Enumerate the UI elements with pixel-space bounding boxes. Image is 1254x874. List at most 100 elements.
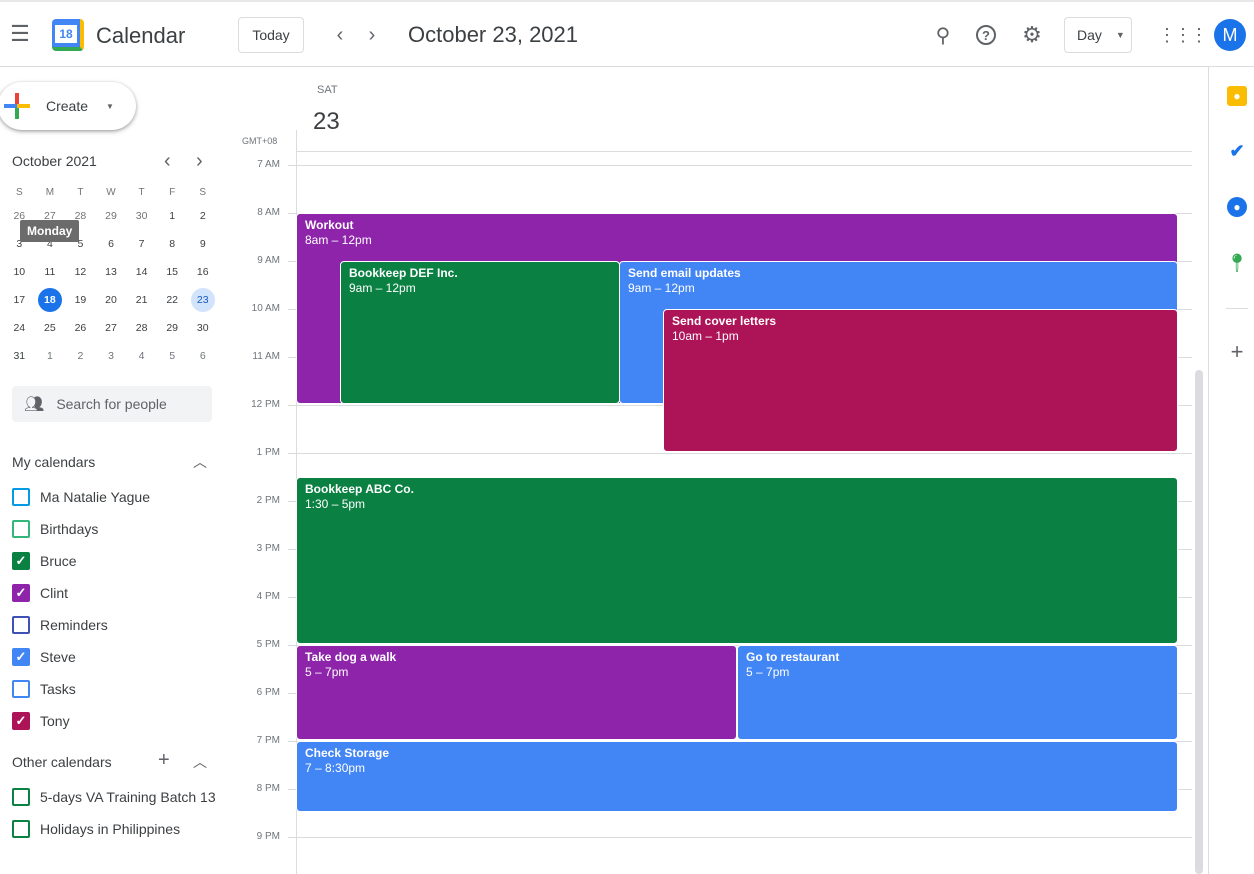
hour-label: 8 PM — [256, 783, 280, 794]
mini-day[interactable]: 30 — [126, 210, 157, 222]
calendar-event[interactable]: Go to restaurant 5 – 7pm — [737, 645, 1178, 740]
logo-day: 18 — [55, 25, 77, 43]
mini-day[interactable]: 29 — [96, 210, 127, 222]
mini-day[interactable]: 29 — [157, 322, 188, 334]
scrollbar[interactable] — [1195, 370, 1203, 874]
mini-day[interactable]: 5 — [157, 350, 188, 362]
mini-day[interactable]: 6 — [187, 350, 218, 362]
mini-day[interactable]: 7 — [126, 238, 157, 250]
mini-day[interactable]: 1 — [35, 350, 66, 362]
next-day-icon[interactable]: › — [354, 17, 390, 53]
calendar-event[interactable]: Check Storage 7 – 8:30pm — [296, 741, 1178, 812]
mini-day[interactable]: 15 — [157, 266, 188, 278]
calendar-item[interactable]: Holidays in Philippines — [12, 817, 180, 841]
checkbox-icon[interactable] — [12, 820, 30, 838]
checkbox-icon[interactable] — [12, 616, 30, 634]
tooltip: Monday — [20, 220, 80, 242]
contacts-icon[interactable]: ● — [1225, 195, 1249, 219]
mini-day[interactable]: 19 — [65, 294, 96, 306]
checkbox-checked-icon[interactable]: ✓ — [12, 552, 30, 570]
calendar-event[interactable]: Bookkeep ABC Co. 1:30 – 5pm — [296, 477, 1178, 644]
mini-day[interactable]: 17 — [4, 294, 35, 306]
mini-day[interactable]: 3 — [96, 350, 127, 362]
mini-day[interactable]: 6 — [96, 238, 127, 250]
mini-day[interactable]: 25 — [35, 322, 66, 334]
mini-next-month-icon[interactable]: › — [196, 150, 203, 173]
mini-day[interactable]: 10 — [4, 266, 35, 278]
calendar-item[interactable]: ✓ Tony — [12, 709, 70, 733]
calendar-item[interactable]: Tasks — [12, 677, 76, 701]
mini-day[interactable]: 8 — [157, 238, 188, 250]
mini-day[interactable]: 11 — [35, 266, 66, 278]
add-addon-icon[interactable]: + — [1225, 339, 1249, 364]
calendar-item[interactable]: ✓ Steve — [12, 645, 76, 669]
calendar-label: Birthdays — [40, 521, 99, 537]
collapse-chevron-icon[interactable]: ︿ — [193, 452, 207, 472]
mini-day[interactable]: 1 — [157, 210, 188, 222]
mini-day[interactable]: 13 — [96, 266, 127, 278]
create-button[interactable]: Create ▼ — [0, 82, 136, 130]
mini-day[interactable]: 9 — [187, 238, 218, 250]
settings-gear-icon[interactable]: ⚙ — [1014, 17, 1050, 53]
calendar-event[interactable]: Take dog a walk 5 – 7pm — [296, 645, 737, 740]
mini-day[interactable]: 26 — [65, 322, 96, 334]
mini-prev-month-icon[interactable]: ‹ — [164, 150, 171, 173]
checkbox-icon[interactable] — [12, 680, 30, 698]
mini-day[interactable]: 4 — [126, 350, 157, 362]
other-calendars-heading[interactable]: Other calendars — [12, 754, 112, 770]
hour-label: 4 PM — [256, 591, 280, 602]
collapse-chevron-icon[interactable]: ︿ — [193, 752, 207, 772]
checkbox-icon[interactable] — [12, 788, 30, 806]
search-icon[interactable]: ⚲ — [925, 17, 961, 53]
help-icon[interactable]: ? — [968, 17, 1004, 53]
calendar-item[interactable]: Ma Natalie Yague — [12, 485, 150, 509]
previous-day-icon[interactable]: ‹ — [322, 17, 358, 53]
dropdown-arrow-icon: ▼ — [106, 101, 114, 111]
hour-label: 2 PM — [256, 495, 280, 506]
maps-icon[interactable]: 📍︎ — [1225, 251, 1249, 275]
view-select[interactable]: Day ▼ — [1064, 17, 1132, 53]
mini-day[interactable]: 20 — [96, 294, 127, 306]
mini-day[interactable]: 24 — [4, 322, 35, 334]
calendar-item[interactable]: Birthdays — [12, 517, 98, 541]
view-label: Day — [1077, 27, 1102, 43]
calendar-event[interactable]: Send cover letters 10am – 1pm — [663, 309, 1178, 452]
day-weekday: SAT — [317, 84, 338, 96]
mini-day[interactable]: 28 — [126, 322, 157, 334]
today-button[interactable]: Today — [238, 17, 304, 53]
calendar-item[interactable]: ✓ Bruce — [12, 549, 77, 573]
checkbox-icon[interactable] — [12, 488, 30, 506]
mini-day[interactable]: 23 — [190, 288, 215, 312]
calendar-item[interactable]: 5-days VA Training Batch 13 — [12, 785, 216, 809]
day-number[interactable]: 23 — [313, 108, 340, 136]
account-avatar[interactable]: M — [1214, 19, 1246, 51]
tasks-icon[interactable]: ✔ — [1225, 139, 1249, 163]
add-calendar-icon[interactable]: + — [158, 749, 170, 772]
mini-day[interactable]: 22 — [157, 294, 188, 306]
checkbox-checked-icon[interactable]: ✓ — [12, 712, 30, 730]
my-calendars-heading[interactable]: My calendars — [12, 454, 95, 470]
calendar-item[interactable]: ✓ Clint — [12, 581, 68, 605]
hour-label: 7 AM — [257, 159, 280, 170]
apps-grid-icon[interactable]: ⋮⋮⋮ — [1158, 17, 1208, 53]
mini-day[interactable]: 16 — [187, 266, 218, 278]
mini-day[interactable]: 27 — [96, 322, 127, 334]
event-time: 8am – 12pm — [305, 233, 372, 247]
mini-day[interactable]: 21 — [126, 294, 157, 306]
hour-label: 9 PM — [256, 831, 280, 842]
mini-day[interactable]: 30 — [187, 322, 218, 334]
calendar-event[interactable]: Bookkeep DEF Inc. 9am – 12pm — [340, 261, 620, 404]
mini-day[interactable]: 14 — [126, 266, 157, 278]
main-menu-icon[interactable]: ☰ — [2, 16, 38, 52]
mini-day[interactable]: 12 — [65, 266, 96, 278]
mini-day[interactable]: 2 — [65, 350, 96, 362]
mini-day[interactable]: 31 — [4, 350, 35, 362]
mini-day[interactable]: 2 — [187, 210, 218, 222]
checkbox-checked-icon[interactable]: ✓ — [12, 584, 30, 602]
calendar-item[interactable]: Reminders — [12, 613, 108, 637]
keep-icon[interactable]: ● — [1225, 84, 1249, 108]
mini-day[interactable]: 18 — [37, 288, 62, 312]
search-people-input[interactable]: 👥︎ Search for people — [12, 386, 212, 422]
checkbox-icon[interactable] — [12, 520, 30, 538]
checkbox-checked-icon[interactable]: ✓ — [12, 648, 30, 666]
